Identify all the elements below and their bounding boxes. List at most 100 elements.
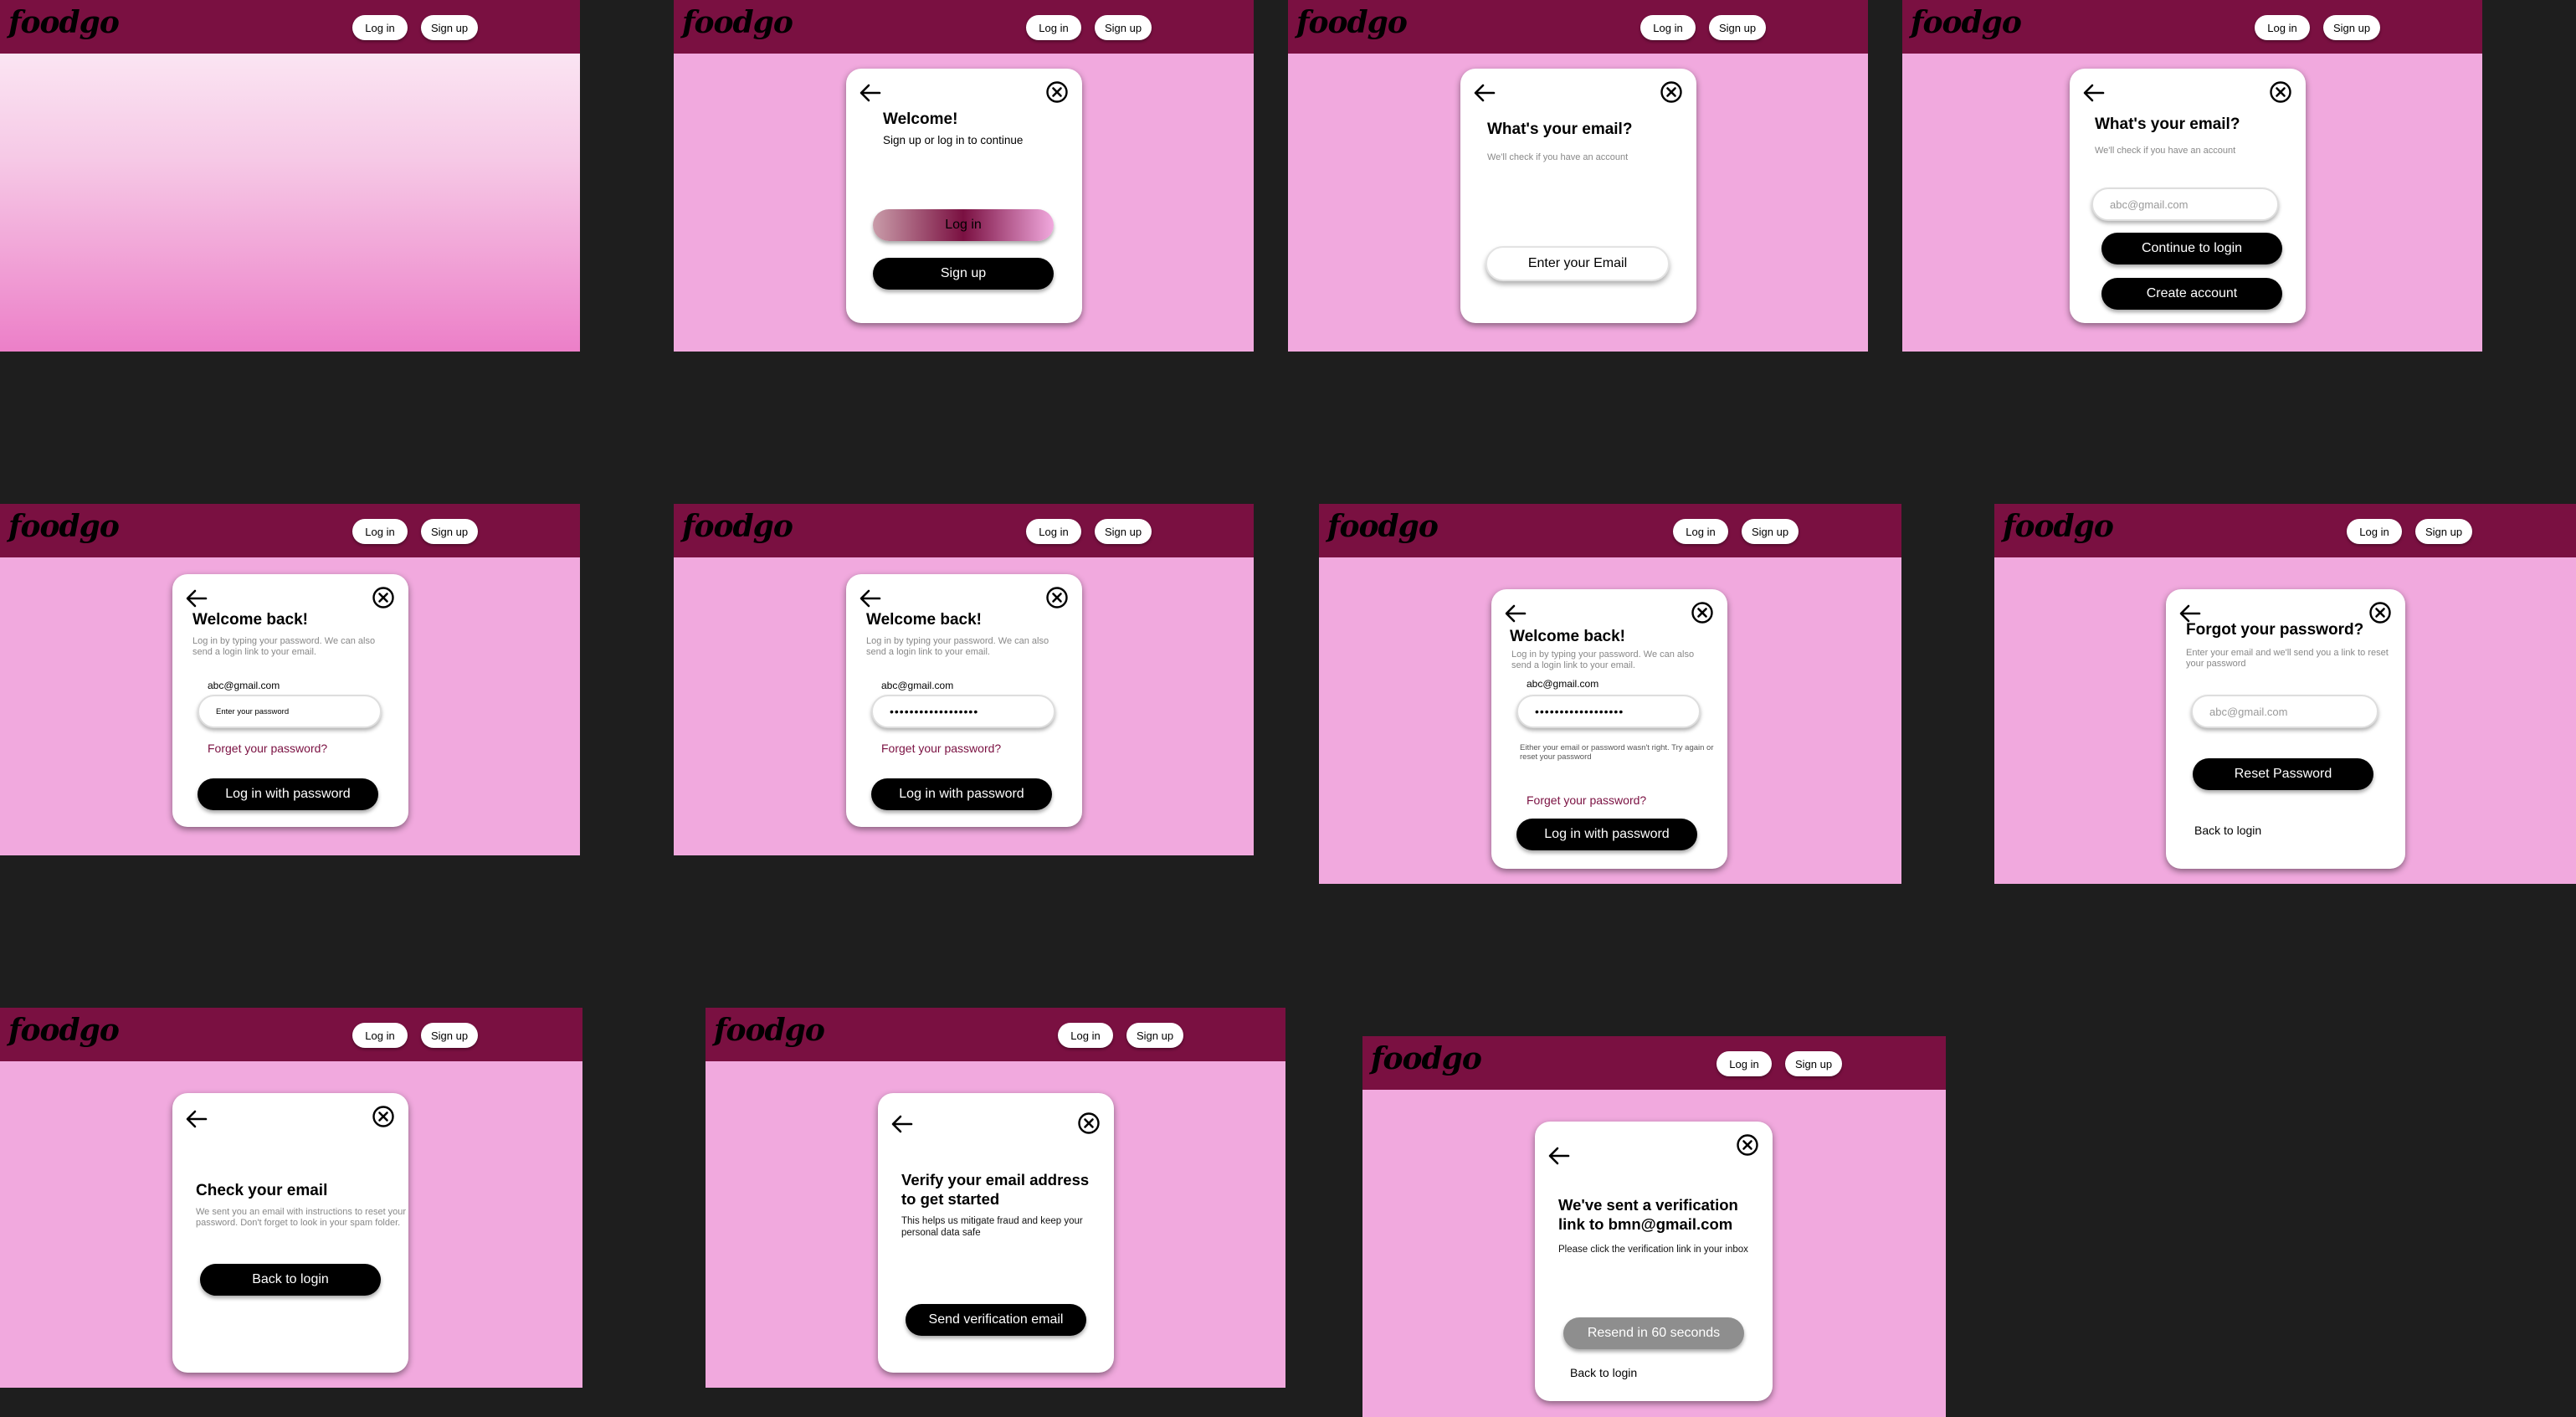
signup-button[interactable]: Sign up bbox=[1709, 15, 1766, 40]
password-input[interactable]: •••••••••••••••••• bbox=[1516, 695, 1701, 728]
continue-to-login-button[interactable]: Continue to login bbox=[2101, 233, 2282, 264]
top-bar: foodgo Log in Sign up bbox=[0, 0, 580, 54]
email-modal: What's your email? We'll check if you ha… bbox=[1460, 69, 1696, 323]
close-circle-icon[interactable] bbox=[1660, 80, 1683, 104]
frame-forgot-password: foodgo Log in Sign up Forgot your passwo… bbox=[1994, 504, 2576, 884]
modal-subtitle: We sent you an email with instructions t… bbox=[196, 1207, 407, 1228]
signup-button[interactable]: Sign up bbox=[1095, 519, 1152, 544]
frame-check-email: foodgo Log in Sign up Check your email W… bbox=[0, 1008, 582, 1388]
signup-button[interactable]: Sign up bbox=[1742, 519, 1799, 544]
modal-subtitle: Log in by typing your password. We can a… bbox=[866, 636, 1049, 657]
login-button[interactable]: Log in bbox=[352, 15, 408, 40]
forgot-password-link[interactable]: Forget your password? bbox=[208, 742, 327, 755]
signup-button[interactable]: Sign up bbox=[1785, 1051, 1842, 1076]
frame-email-filled: foodgo Log in Sign up What's your email?… bbox=[1902, 0, 2482, 352]
login-button[interactable]: Log in bbox=[1026, 519, 1081, 544]
forgot-password-link[interactable]: Forget your password? bbox=[1527, 793, 1646, 807]
close-circle-icon[interactable] bbox=[372, 586, 395, 609]
modal-subtitle: We'll check if you have an account bbox=[2095, 146, 2236, 156]
modal-title: Verify your email address to get started bbox=[901, 1171, 1090, 1208]
close-circle-icon[interactable] bbox=[2269, 80, 2292, 104]
login-button[interactable]: Log in bbox=[352, 1023, 408, 1048]
arrow-left-icon[interactable] bbox=[184, 1106, 209, 1132]
forgot-modal: Forgot your password? Enter your email a… bbox=[2166, 589, 2405, 869]
modal-title: Welcome back! bbox=[866, 611, 982, 629]
close-circle-icon[interactable] bbox=[1691, 601, 1714, 624]
modal-title: Welcome back! bbox=[192, 611, 308, 629]
login-with-password-button[interactable]: Log in with password bbox=[1516, 819, 1697, 850]
logo: foodgo bbox=[714, 1013, 825, 1048]
close-circle-icon[interactable] bbox=[1736, 1133, 1759, 1157]
email-modal: What's your email? We'll check if you ha… bbox=[2070, 69, 2306, 323]
signup-button[interactable]: Sign up bbox=[2415, 519, 2472, 544]
signup-button[interactable]: Sign up bbox=[2323, 15, 2380, 40]
modal-subtitle: Sign up or log in to continue bbox=[883, 134, 1024, 146]
top-bar: foodgo Log in Sign up bbox=[706, 1008, 1285, 1061]
modal-title: Forgot your password? bbox=[2186, 621, 2364, 639]
login-button[interactable]: Log in bbox=[873, 209, 1054, 241]
back-to-login-link[interactable]: Back to login bbox=[2194, 824, 2261, 837]
top-bar: foodgo Log in Sign up bbox=[1902, 0, 2482, 54]
close-circle-icon[interactable] bbox=[2368, 601, 2392, 624]
email-label: abc@gmail.com bbox=[208, 680, 280, 691]
error-message: Either your email or password wasn't rig… bbox=[1520, 743, 1714, 762]
email-label: abc@gmail.com bbox=[1527, 678, 1599, 690]
signup-button[interactable]: Sign up bbox=[421, 15, 478, 40]
frame-verify-email: foodgo Log in Sign up Verify your email … bbox=[706, 1008, 1285, 1388]
login-with-password-button[interactable]: Log in with password bbox=[198, 778, 378, 810]
top-bar: foodgo Log in Sign up bbox=[0, 504, 580, 557]
login-button[interactable]: Log in bbox=[2255, 15, 2310, 40]
email-label: abc@gmail.com bbox=[881, 680, 954, 691]
arrow-left-icon[interactable] bbox=[890, 1112, 915, 1137]
back-to-login-link[interactable]: Back to login bbox=[1570, 1366, 1637, 1379]
password-input[interactable]: •••••••••••••••••• bbox=[871, 695, 1055, 728]
arrow-left-icon[interactable] bbox=[1547, 1143, 1572, 1168]
login-button[interactable]: Log in bbox=[352, 519, 408, 544]
login-with-password-button[interactable]: Log in with password bbox=[871, 778, 1052, 810]
arrow-left-icon[interactable] bbox=[1472, 80, 1497, 105]
signup-button[interactable]: Sign up bbox=[421, 1023, 478, 1048]
back-to-login-button[interactable]: Back to login bbox=[200, 1264, 381, 1296]
password-input[interactable]: Enter your password bbox=[198, 695, 382, 728]
signup-button[interactable]: Sign up bbox=[421, 519, 478, 544]
signup-button[interactable]: Sign up bbox=[873, 258, 1054, 290]
frame-password-empty: foodgo Log in Sign up Welcome back! Log … bbox=[0, 504, 580, 855]
top-bar: foodgo Log in Sign up bbox=[674, 0, 1254, 54]
login-button[interactable]: Log in bbox=[1716, 1051, 1772, 1076]
close-circle-icon[interactable] bbox=[1045, 80, 1069, 104]
resend-button[interactable]: Resend in 60 seconds bbox=[1563, 1317, 1744, 1349]
login-button[interactable]: Log in bbox=[1026, 15, 1081, 40]
arrow-left-icon[interactable] bbox=[858, 586, 883, 611]
password-modal: Welcome back! Log in by typing your pass… bbox=[1491, 589, 1727, 869]
arrow-left-icon[interactable] bbox=[858, 80, 883, 105]
email-input[interactable]: abc@gmail.com bbox=[2091, 187, 2279, 221]
close-circle-icon[interactable] bbox=[372, 1105, 395, 1128]
arrow-left-icon[interactable] bbox=[184, 586, 209, 611]
arrow-left-icon[interactable] bbox=[1503, 601, 1528, 626]
create-account-button[interactable]: Create account bbox=[2101, 278, 2282, 310]
top-bar: foodgo Log in Sign up bbox=[0, 1008, 582, 1061]
reset-password-button[interactable]: Reset Password bbox=[2193, 758, 2373, 790]
login-button[interactable]: Log in bbox=[1673, 519, 1728, 544]
close-circle-icon[interactable] bbox=[1045, 586, 1069, 609]
signup-button[interactable]: Sign up bbox=[1126, 1023, 1183, 1048]
modal-subtitle: Enter your email and we'll send you a li… bbox=[2186, 648, 2389, 669]
arrow-left-icon[interactable] bbox=[2081, 80, 2106, 105]
welcome-modal: Welcome! Sign up or log in to continue L… bbox=[846, 69, 1082, 323]
frame-password-error: foodgo Log in Sign up Welcome back! Log … bbox=[1319, 504, 1901, 884]
email-input[interactable]: abc@gmail.com bbox=[2191, 695, 2378, 728]
logo: foodgo bbox=[682, 509, 793, 544]
login-button[interactable]: Log in bbox=[1640, 15, 1696, 40]
modal-title: Welcome! bbox=[883, 110, 958, 128]
frame-splash: foodgo Log in Sign up bbox=[0, 0, 580, 352]
modal-subtitle: Log in by typing your password. We can a… bbox=[192, 636, 376, 657]
login-button[interactable]: Log in bbox=[2347, 519, 2402, 544]
close-circle-icon[interactable] bbox=[1077, 1112, 1101, 1135]
modal-title: Welcome back! bbox=[1510, 628, 1625, 645]
signup-button[interactable]: Sign up bbox=[1095, 15, 1152, 40]
logo: foodgo bbox=[8, 509, 120, 544]
forgot-password-link[interactable]: Forget your password? bbox=[881, 742, 1001, 755]
send-verification-button[interactable]: Send verification email bbox=[906, 1304, 1086, 1336]
login-button[interactable]: Log in bbox=[1058, 1023, 1113, 1048]
enter-email-button[interactable]: Enter your Email bbox=[1486, 246, 1670, 281]
